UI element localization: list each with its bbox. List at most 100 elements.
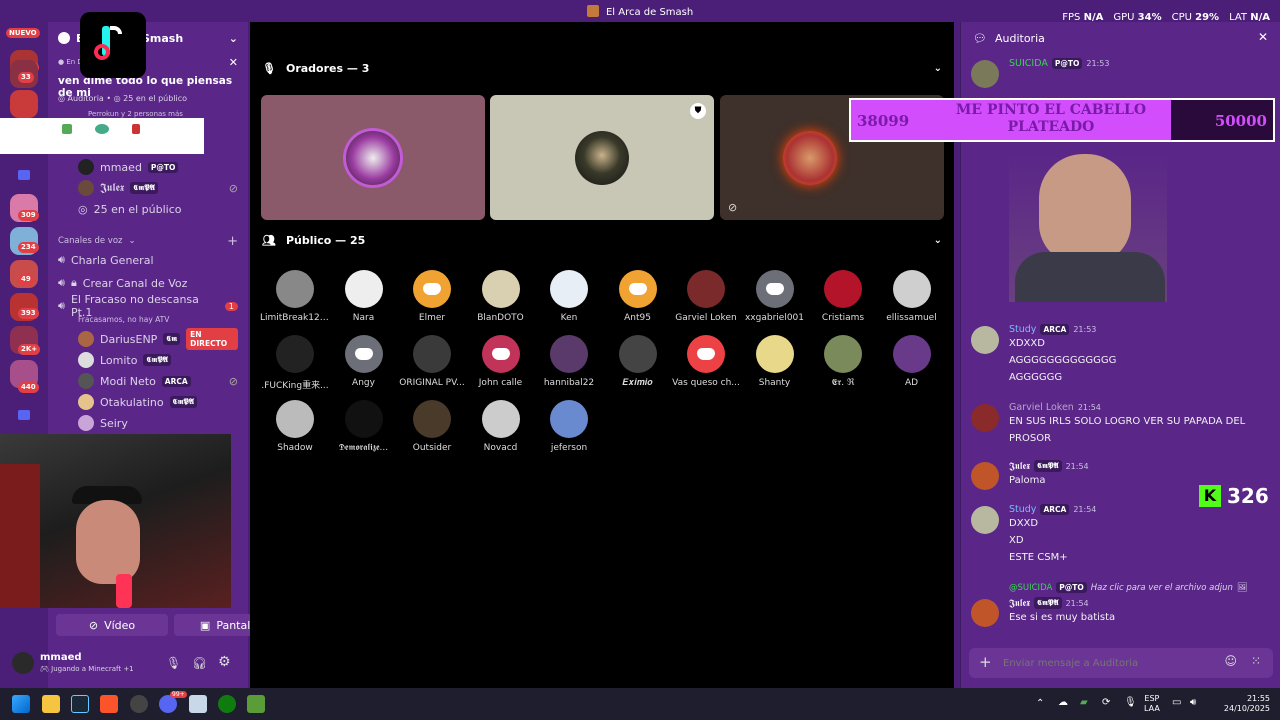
speaker-tile[interactable]: ⛊ [490,95,714,220]
avatar[interactable] [971,326,999,354]
voice-member[interactable]: Seiry [78,413,238,433]
chevron-down-icon[interactable]: ⌄ [934,63,942,74]
avatar[interactable] [971,462,999,490]
voice-member[interactable]: Modi Neto ARCA ⊘ [78,371,238,391]
audience-member[interactable]: Shanty [740,335,810,388]
close-icon[interactable]: ✕ [229,56,238,69]
user-avatar[interactable] [12,652,34,674]
mic-icon[interactable]: 🎙︎ [166,656,181,670]
calculator-icon[interactable] [189,695,207,713]
audience-member[interactable]: .FUCKing重来... [260,335,330,391]
message-author[interactable]: Study [1009,324,1036,335]
discord-default-avatar-icon [344,335,383,373]
add-attachment-icon[interactable]: + [979,653,992,671]
voice-member[interactable]: DariusENP 𝕮𝖒 EN DIRECTO [78,328,238,350]
language-indicator[interactable]: ESP LAA [1144,694,1160,714]
member-name: 𝕵𝖚𝖑𝖊𝖝 [100,181,125,194]
file-explorer-icon[interactable] [42,695,60,713]
discord-logo-icon [354,348,373,360]
stage-public-count[interactable]: ◎ 25 en el público [78,199,238,219]
brave-icon[interactable] [100,695,118,713]
voice-member[interactable]: Lomito 𝕮𝖒𝕻𝕬 [78,350,238,370]
close-icon[interactable]: ✕ [1258,30,1268,44]
voice-channel[interactable]: 🔊︎ El Fracaso no descansa Pt.1 1 [58,293,238,319]
voice-category[interactable]: Canales de voz ⌄ + [58,231,238,251]
voice-member[interactable]: Otakulatino 𝕮𝖒𝕻𝕬 [78,392,238,412]
windows-start-icon[interactable] [12,695,30,713]
message-author[interactable]: Study [1009,504,1036,515]
voice-channel[interactable]: 🔊︎ 🔒︎ Crear Canal de Voz [58,273,238,293]
speaker-tile[interactable] [261,95,485,220]
steam-icon[interactable] [71,695,89,713]
tiktok-logo-icon [80,12,146,78]
audience-member[interactable]: 𝕰𝖗. ℜ [808,335,878,388]
apps-icon[interactable]: ⁙ [1251,654,1261,668]
audience-member[interactable]: 𝑬𝒙𝒊𝒎𝒊𝒐 [603,335,673,388]
gear-icon[interactable]: ⚙ [218,654,231,670]
audience-member[interactable]: Elmer [397,270,467,323]
audience-member[interactable]: hannibal22 [534,335,604,388]
avatar[interactable] [971,60,999,88]
headphones-icon[interactable]: 🎧︎ [192,656,207,670]
avatar[interactable] [971,404,999,432]
audience-member[interactable]: Nara [329,270,399,323]
message-input[interactable] [1003,653,1213,673]
chevron-down-icon[interactable]: ⌄ [934,235,942,246]
stage-member[interactable]: 𝕵𝖚𝖑𝖊𝖝 𝕮𝖒𝕻𝕬 ⊘ [78,178,238,198]
add-channel-icon[interactable]: + [227,234,238,249]
emoji-icon[interactable]: ☺ [1224,654,1237,668]
message-author[interactable]: 𝕵𝖚𝖑𝖊𝖝 [1009,598,1030,609]
mic-icon[interactable]: 🎙︎ [1124,697,1137,708]
reply-preview[interactable]: @SUICIDA P@TO Haz clic para ver el archi… [1009,582,1248,593]
folder-icon[interactable] [10,402,38,430]
sticker-icon[interactable] [95,124,109,134]
voice-channel[interactable]: 🔊︎ Charla General [58,250,238,270]
avatar[interactable] [971,506,999,534]
audience-header[interactable]: 👥︎ Público — 25 ⌄ [262,234,942,247]
audience-member[interactable]: ORIGINAL PV... [397,335,467,388]
audience-member[interactable]: BlanDOTO [466,270,536,323]
audience-member[interactable]: Garviel Loken [671,270,741,323]
volume-icon[interactable]: 🔊︎ [1190,697,1196,708]
avatar [78,415,94,431]
audience-member[interactable]: 𝕯𝖊𝖒𝖔𝖗𝖆𝖑𝖎𝖟𝖊... [329,400,399,453]
message-author[interactable]: Garviel Loken [1009,402,1074,413]
clock[interactable]: 21:55 24/10/2025 [1224,694,1270,714]
audience-member[interactable]: Angy [329,335,399,388]
audience-member[interactable]: jeferson [534,400,604,453]
goal-target: 50000 [1214,112,1267,130]
nvidia-icon[interactable]: ▰ [1080,697,1088,708]
message-author[interactable]: 𝕵𝖚𝖑𝖊𝖝 [1009,461,1030,472]
network-icon[interactable]: ▭ [1172,697,1181,708]
avatar[interactable] [971,599,999,627]
server-icon[interactable] [10,90,38,118]
audience-member[interactable]: ellissamuel [877,270,947,323]
onedrive-icon[interactable]: ☁ [1058,697,1068,708]
chevron-up-icon[interactable]: ⌃ [1036,698,1044,709]
chevron-down-icon[interactable]: ⌄ [229,32,238,45]
xbox-icon[interactable] [218,695,236,713]
message-time: 21:54 [1073,505,1097,514]
audience-member[interactable]: AD [877,335,947,388]
obs-icon[interactable] [130,695,148,713]
stage-member[interactable]: mmaed P@TO [78,157,238,177]
audience-member[interactable]: Novacd [466,400,536,453]
sync-icon[interactable]: ⟳ [1102,697,1110,708]
folder-icon[interactable] [10,162,38,190]
sticker-icon[interactable] [132,124,140,134]
audience-member[interactable]: John calle [466,335,536,388]
audience-member[interactable]: xxgabriel001 [740,270,810,323]
message-author[interactable]: SUICIDA [1009,58,1048,69]
audience-member[interactable]: Vas queso ch... [671,335,741,388]
audience-member[interactable]: Cristiams [808,270,878,323]
audience-member[interactable]: Ken [534,270,604,323]
video-button[interactable]: ⊘ Vídeo [56,614,168,636]
audience-member[interactable]: Shadow [260,400,330,453]
sticker-icon[interactable] [62,124,72,134]
event-participants: Perrokun y 2 personas más [88,110,183,118]
audience-member[interactable]: LimitBreak123x [260,270,330,323]
speakers-header[interactable]: 🎙︎ Oradores — 3 ⌄ [262,62,942,75]
audience-member[interactable]: Outsider [397,400,467,453]
audience-member[interactable]: Ant95 [603,270,673,323]
minecraft-icon[interactable] [247,695,265,713]
